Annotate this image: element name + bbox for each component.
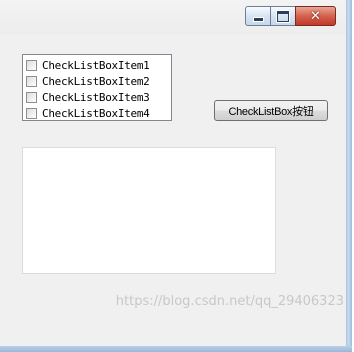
checked-list-box[interactable]: CheckListBoxItem1 CheckListBoxItem2 Chec…: [22, 54, 172, 121]
list-item[interactable]: CheckListBoxItem3: [23, 89, 171, 105]
list-item-label: CheckListBoxItem3: [42, 90, 150, 104]
minimize-icon: [252, 17, 264, 22]
watermark: https://blog.csdn.net/qq_29406323: [115, 294, 344, 309]
list-item-label: CheckListBoxItem1: [42, 58, 150, 72]
minimize-button[interactable]: [245, 6, 270, 26]
close-icon: ✕: [310, 8, 321, 24]
window-frame-right: [346, 0, 352, 352]
checkbox[interactable]: [26, 107, 37, 119]
checkbox[interactable]: [26, 75, 37, 87]
maximize-button[interactable]: [270, 6, 295, 26]
checkbox[interactable]: [26, 59, 37, 71]
window-frame-bottom: [0, 346, 352, 352]
output-text-box[interactable]: [22, 147, 276, 274]
list-item[interactable]: CheckListBoxItem2: [23, 73, 171, 89]
caption-buttons: ✕: [245, 6, 336, 26]
maximize-icon: [277, 10, 289, 22]
list-item[interactable]: CheckListBoxItem1: [23, 57, 171, 73]
title-bar[interactable]: ✕: [0, 0, 346, 34]
list-item-label: CheckListBoxItem4: [42, 106, 150, 120]
list-item-label: CheckListBoxItem2: [42, 74, 150, 88]
list-item[interactable]: CheckListBoxItem4: [23, 105, 171, 121]
checklistbox-button[interactable]: CheckListBox按钮: [214, 100, 328, 121]
close-button[interactable]: ✕: [295, 6, 336, 26]
checkbox[interactable]: [26, 91, 37, 103]
